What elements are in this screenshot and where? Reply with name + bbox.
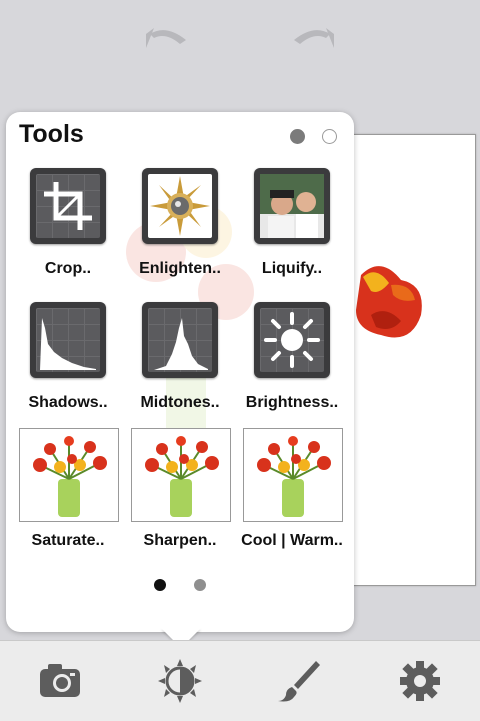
undo-arrow-icon[interactable] xyxy=(140,22,192,52)
tool-cool-warm-label: Cool | Warm.. xyxy=(241,532,343,549)
tool-midtones[interactable]: Midtones.. xyxy=(124,302,236,412)
tool-cool-warm-thumbnail[interactable] xyxy=(243,428,343,522)
tool-enlighten[interactable]: Enlighten.. xyxy=(124,168,236,278)
histogram-shadows-icon xyxy=(36,308,100,372)
tool-sharpen-thumbnail[interactable] xyxy=(131,428,231,522)
gear-icon[interactable] xyxy=(396,659,444,703)
photo-icon xyxy=(260,174,324,238)
bottom-toolbar xyxy=(0,640,480,721)
tool-label: Crop.. xyxy=(44,260,92,277)
sun-emblem-icon xyxy=(148,174,212,238)
page-dot-current[interactable] xyxy=(154,579,166,591)
tool-shadows[interactable]: Shadows.. xyxy=(12,302,124,412)
tool-saturate-label: Saturate.. xyxy=(31,532,105,549)
tool-label: Brightness.. xyxy=(245,394,339,411)
tool-sharpen-label: Sharpen.. xyxy=(143,532,217,549)
camera-icon[interactable] xyxy=(36,659,84,703)
grid-mode-dot[interactable] xyxy=(290,129,305,144)
adjust-icon[interactable] xyxy=(156,659,204,703)
flower-photo xyxy=(356,266,422,338)
histogram-midtones-icon xyxy=(148,308,212,372)
brush-icon[interactable] xyxy=(276,659,324,703)
tool-label: Enlighten.. xyxy=(139,260,221,277)
brightness-icon xyxy=(260,308,324,372)
tool-liquify[interactable]: Liquify.. xyxy=(236,168,348,278)
tools-popover: Tools Crop.. Enlighten.. Liquify.. Shado… xyxy=(6,112,354,632)
popover-title: Tools xyxy=(19,120,84,148)
tool-saturate-thumbnail[interactable] xyxy=(19,428,119,522)
tool-label: Liquify.. xyxy=(261,260,323,277)
flowers-thumbnail xyxy=(33,436,107,517)
crop-icon xyxy=(36,174,100,238)
tool-label: Shadows.. xyxy=(28,394,108,411)
page-dot[interactable] xyxy=(194,579,206,591)
tool-brightness[interactable]: Brightness.. xyxy=(236,302,348,412)
photo-canvas[interactable] xyxy=(350,134,476,586)
flowers-thumbnail xyxy=(257,436,331,517)
tool-crop[interactable]: Crop.. xyxy=(12,168,124,278)
redo-arrow-icon[interactable] xyxy=(288,22,340,52)
flowers-thumbnail xyxy=(145,436,219,517)
list-mode-dot[interactable] xyxy=(322,129,337,144)
tool-label: Midtones.. xyxy=(140,394,220,411)
